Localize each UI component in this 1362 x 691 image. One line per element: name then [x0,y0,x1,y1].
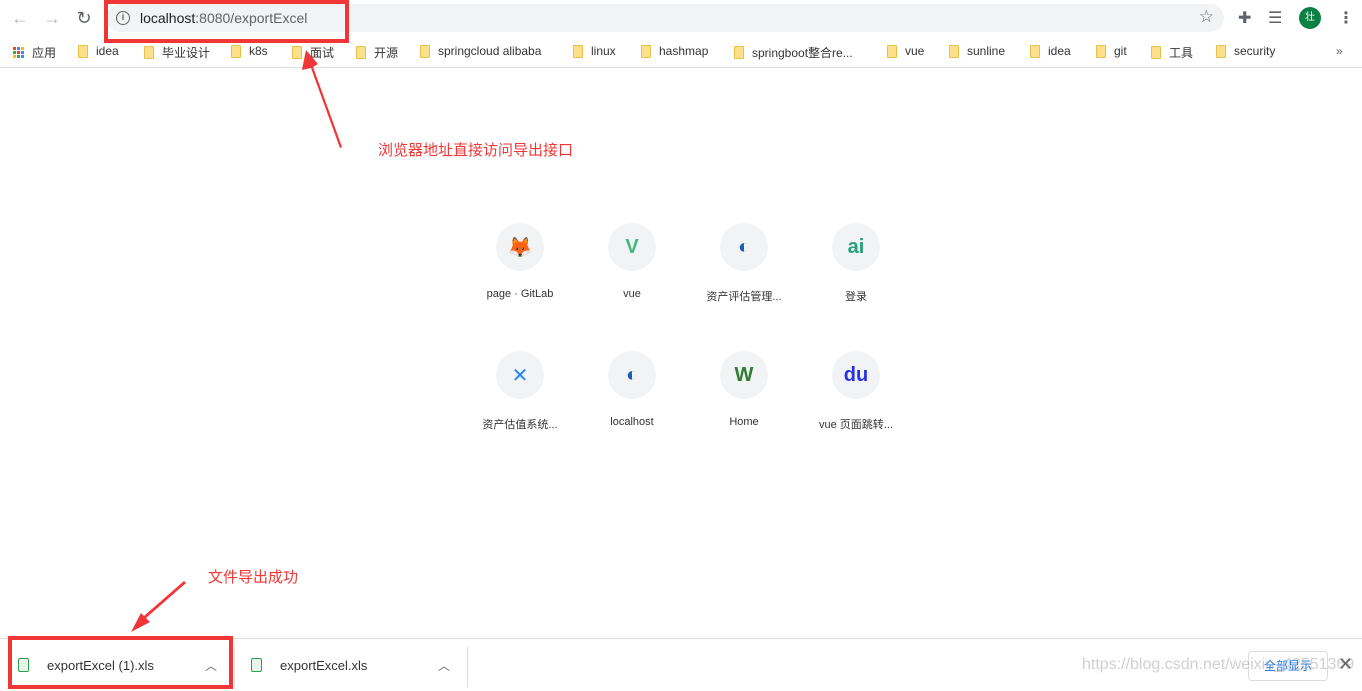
annotation-arrow [302,50,342,148]
annotation-download-note: 文件导出成功 [208,569,299,586]
annotation-arrows [131,50,342,632]
annotation-arrow [131,581,186,632]
annotation-address-note: 浏览器地址直接访问导出接口 [378,142,574,159]
